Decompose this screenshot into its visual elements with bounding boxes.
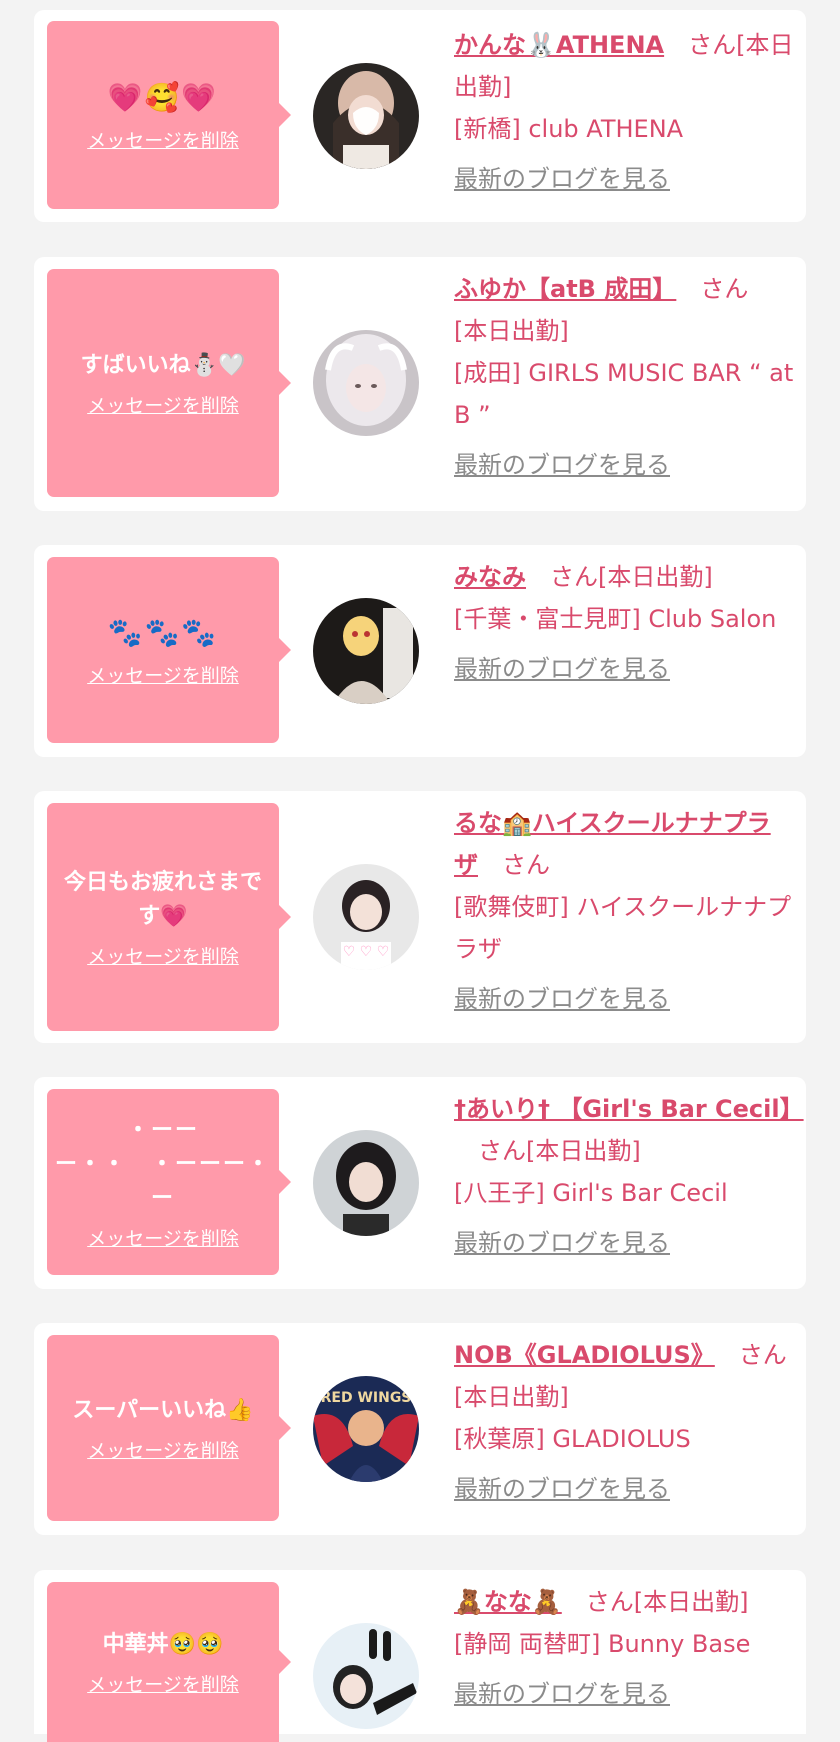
message-line: ー・・ ・ーーー・: [55, 1151, 272, 1177]
shop-name: [歌舞伎町] ハイスクールナナプラザ: [454, 893, 792, 963]
svg-text:RED WINGS: RED WINGS: [321, 1390, 412, 1406]
honorific: さん: [478, 1137, 526, 1165]
message-list: 💗🥰💗 メッセージを削除 かんな🐰ATHENA さん[本日出勤] [新橋] clu…: [0, 0, 840, 1742]
latest-blog-link[interactable]: 最新のブログを見る: [454, 1222, 794, 1264]
attendance-status: [本日出勤]: [633, 1588, 749, 1616]
message-line: ー: [150, 1185, 175, 1211]
avatar[interactable]: [313, 598, 419, 704]
message-text: ・ーー ー・・ ・ーーー・ ー: [55, 1114, 271, 1216]
list-item: 中華丼🥹🥹 メッセージを削除 🧸なな🧸 さん[本日出勤] [静岡 両替町] Bun…: [34, 1570, 806, 1742]
latest-blog-link[interactable]: 最新のブログを見る: [454, 444, 794, 486]
delete-message-link[interactable]: メッセージを削除: [87, 126, 239, 153]
attendance-status: [本日出勤]: [454, 1383, 569, 1411]
delete-message-link[interactable]: メッセージを削除: [87, 391, 239, 418]
message-text: スーパーいいね👍: [72, 1397, 254, 1423]
avatar[interactable]: [313, 1623, 419, 1729]
latest-blog-link[interactable]: 最新のブログを見る: [454, 978, 794, 1020]
cast-info: みなみ さん[本日出勤] [千葉・富士見町] Club Salon 最新のブログを…: [454, 556, 794, 690]
delete-message-link[interactable]: メッセージを削除: [87, 1224, 239, 1251]
message-bubble: すばいいね⛄🤍 メッセージを削除: [47, 269, 291, 497]
avatar[interactable]: RED WINGS: [313, 1376, 419, 1482]
cast-name-link[interactable]: NOB《GLADIOLUS》: [454, 1341, 715, 1369]
attendance-status: [本日出勤]: [526, 1137, 641, 1165]
delete-message-link[interactable]: メッセージを削除: [87, 942, 239, 969]
cast-name-link[interactable]: かんな🐰ATHENA: [454, 31, 664, 59]
shop-name: [新橋] club ATHENA: [454, 115, 684, 143]
list-item: 今日もお疲れさまです💗 メッセージを削除 ♡ ♡ ♡ るな🏫ハイスクールナナプラ…: [34, 791, 806, 1043]
list-item: スーパーいいね👍 メッセージを削除 RED WINGS NOB《GLADIOLU…: [34, 1323, 806, 1535]
message-text: 中華丼🥹🥹: [102, 1631, 224, 1657]
message-bubble: スーパーいいね👍 メッセージを削除: [47, 1335, 291, 1521]
message-text: すばいいね⛄🤍: [80, 352, 246, 378]
message-text: 🐾🐾🐾: [107, 615, 219, 649]
cast-info: 🧸なな🧸 さん[本日出勤] [静岡 両替町] Bunny Base 最新のブログを…: [454, 1581, 794, 1715]
message-bubble: 今日もお疲れさまです💗 メッセージを削除: [47, 803, 291, 1031]
cast-name-link[interactable]: ふゆか【atB 成田】: [454, 275, 676, 303]
cast-info: †あいり† 【Girl's Bar Cecil】さん[本日出勤] [八王子] G…: [454, 1088, 804, 1264]
cast-name-link[interactable]: 🧸なな🧸: [454, 1588, 562, 1616]
list-item: すばいいね⛄🤍 メッセージを削除 ふゆか【atB 成田】 さん [本日出勤] [成田…: [34, 257, 806, 511]
list-item: 🐾🐾🐾 メッセージを削除 みなみ さん[本日出勤] [千葉・富士見町] Club …: [34, 545, 806, 757]
delete-message-link[interactable]: メッセージを削除: [87, 661, 239, 688]
cast-info: かんな🐰ATHENA さん[本日出勤] [新橋] club ATHENA 最新のブ…: [454, 24, 794, 200]
delete-message-link[interactable]: メッセージを削除: [87, 1670, 239, 1697]
latest-blog-link[interactable]: 最新のブログを見る: [454, 158, 794, 200]
honorific: さん: [585, 1588, 634, 1616]
list-item: ・ーー ー・・ ・ーーー・ ー メッセージを削除 †あいり† 【Girl's B…: [34, 1077, 806, 1289]
cast-info: NOB《GLADIOLUS》 さん [本日出勤] [秋葉原] GLADIOLUS 最…: [454, 1334, 794, 1510]
honorific: さん: [502, 851, 550, 879]
cast-name-link[interactable]: †あいり† 【Girl's Bar Cecil】: [454, 1095, 804, 1123]
avatar[interactable]: [313, 330, 419, 436]
message-bubble: 💗🥰💗 メッセージを削除: [47, 21, 291, 209]
attendance-status: [本日出勤]: [598, 563, 713, 591]
delete-message-link[interactable]: メッセージを削除: [87, 1436, 239, 1463]
attendance-status: [本日出勤]: [454, 317, 569, 345]
message-bubble: 中華丼🥹🥹 メッセージを削除: [47, 1582, 291, 1742]
latest-blog-link[interactable]: 最新のブログを見る: [454, 1673, 794, 1715]
message-bubble: 🐾🐾🐾 メッセージを削除: [47, 557, 291, 743]
cast-name-link[interactable]: みなみ: [454, 563, 526, 591]
shop-name: [成田] GIRLS MUSIC BAR “ at B ”: [454, 359, 794, 429]
latest-blog-link[interactable]: 最新のブログを見る: [454, 648, 794, 690]
honorific: さん: [550, 563, 598, 591]
honorific: さん: [688, 31, 737, 59]
honorific: さん: [700, 275, 749, 303]
message-line: ・ーー: [126, 1117, 199, 1143]
message-text: 💗🥰💗: [107, 80, 219, 114]
shop-name: [八王子] Girl's Bar Cecil: [454, 1179, 728, 1207]
cast-info: るな🏫ハイスクールナナプラザ さん [歌舞伎町] ハイスクールナナプラザ 最新のブ…: [454, 802, 794, 1020]
shop-name: [静岡 両替町] Bunny Base: [454, 1630, 751, 1658]
avatar[interactable]: [313, 1130, 419, 1236]
svg-text:♡ ♡ ♡: ♡ ♡ ♡: [343, 944, 390, 960]
avatar[interactable]: [313, 63, 419, 169]
honorific: さん: [738, 1341, 787, 1369]
cast-info: ふゆか【atB 成田】 さん [本日出勤] [成田] GIRLS MUSIC BAR…: [454, 268, 794, 486]
message-text: 今日もお疲れさまです💗: [63, 869, 262, 929]
shop-name: [千葉・富士見町] Club Salon: [454, 605, 777, 633]
shop-name: [秋葉原] GLADIOLUS: [454, 1425, 691, 1453]
list-item: 💗🥰💗 メッセージを削除 かんな🐰ATHENA さん[本日出勤] [新橋] clu…: [34, 10, 806, 222]
avatar[interactable]: ♡ ♡ ♡: [313, 864, 419, 970]
latest-blog-link[interactable]: 最新のブログを見る: [454, 1468, 794, 1510]
message-bubble: ・ーー ー・・ ・ーーー・ ー メッセージを削除: [47, 1089, 291, 1275]
